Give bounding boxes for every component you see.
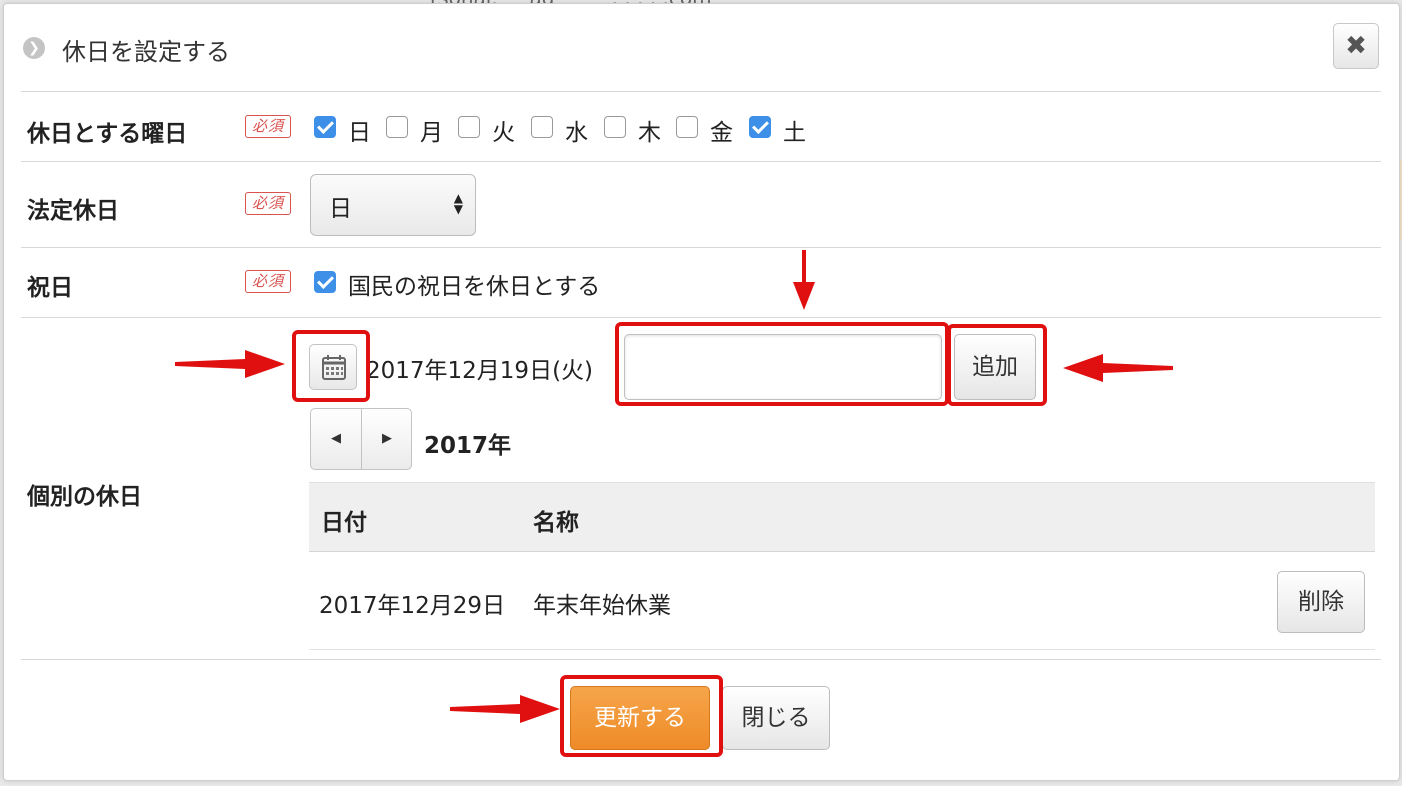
divider <box>21 317 1381 318</box>
weekday-label-tue: 火 <box>492 120 515 146</box>
close-button[interactable]: 閉じる <box>722 686 830 750</box>
weekday-label-wed: 水 <box>565 120 588 146</box>
weekday-checkbox-mon[interactable] <box>386 116 408 138</box>
legal-holiday-select[interactable]: 日 ▲ ▼ <box>310 174 476 236</box>
column-header-date: 日付 <box>321 510 367 536</box>
row-name: 年末年始休業 <box>533 593 671 619</box>
updown-arrow-icon: ▲ ▼ <box>453 191 463 216</box>
national-holiday-checkbox-label: 国民の祝日を休日とする <box>348 274 601 300</box>
weekday-label-mon: 月 <box>420 120 443 146</box>
highlight-box <box>560 675 723 757</box>
legal-holiday-selected-value: 日 <box>329 196 352 222</box>
divider <box>21 659 1381 660</box>
weekdays-label: 休日とする曜日 <box>27 121 188 147</box>
required-badge: 必須 <box>245 192 291 215</box>
close-icon[interactable]: ✖ <box>1333 23 1379 69</box>
chevron-right-circle-icon: ❯ <box>23 37 45 59</box>
holiday-table-header: 日付 名称 <box>309 482 1375 552</box>
caret-left-icon: ◀ <box>331 431 341 446</box>
divider <box>21 161 1381 162</box>
divider <box>21 247 1381 248</box>
table-row: 2017年12月29日 年末年始休業 削除 <box>309 551 1375 650</box>
row-date: 2017年12月29日 <box>319 593 506 619</box>
highlight-box <box>292 330 370 402</box>
weekday-checkbox-wed[interactable] <box>531 116 553 138</box>
year-label: 2017年 <box>424 433 512 459</box>
national-holiday-label: 祝日 <box>27 275 73 301</box>
highlight-box <box>615 322 949 406</box>
dialog-title: 休日を設定する <box>62 38 230 66</box>
weekday-label-sat: 土 <box>783 120 806 146</box>
custom-holidays-label: 個別の休日 <box>27 484 142 510</box>
selected-date: 2017年12月19日(火) <box>366 358 594 384</box>
next-year-button[interactable]: ▶ <box>362 409 412 469</box>
national-holiday-checkbox[interactable] <box>314 271 336 293</box>
weekday-label-thu: 木 <box>638 120 661 146</box>
caret-right-icon: ▶ <box>382 431 392 446</box>
required-badge: 必須 <box>245 270 291 293</box>
divider <box>21 91 1381 92</box>
weekday-label-fri: 金 <box>710 120 733 146</box>
weekday-checkbox-sun[interactable] <box>314 116 336 138</box>
weekday-checkbox-tue[interactable] <box>458 116 480 138</box>
arrow-right-icon <box>450 695 560 723</box>
weekday-label-sun: 日 <box>348 120 371 146</box>
legal-holiday-label: 法定休日 <box>27 198 119 224</box>
arrow-right-icon <box>175 350 285 378</box>
year-nav: ◀ ▶ <box>310 408 412 470</box>
column-header-name: 名称 <box>533 510 579 536</box>
arrow-down-icon <box>793 250 815 310</box>
delete-button[interactable]: 削除 <box>1277 571 1365 633</box>
arrow-left-icon <box>1063 354 1173 382</box>
dialog-header: ❯ 休日を設定する <box>4 4 1399 92</box>
prev-year-button[interactable]: ◀ <box>311 409 361 469</box>
required-badge: 必須 <box>245 115 291 138</box>
weekday-checkbox-fri[interactable] <box>676 116 698 138</box>
weekday-checkbox-thu[interactable] <box>604 116 626 138</box>
highlight-box <box>947 324 1047 406</box>
weekday-checkbox-sat[interactable] <box>749 116 771 138</box>
